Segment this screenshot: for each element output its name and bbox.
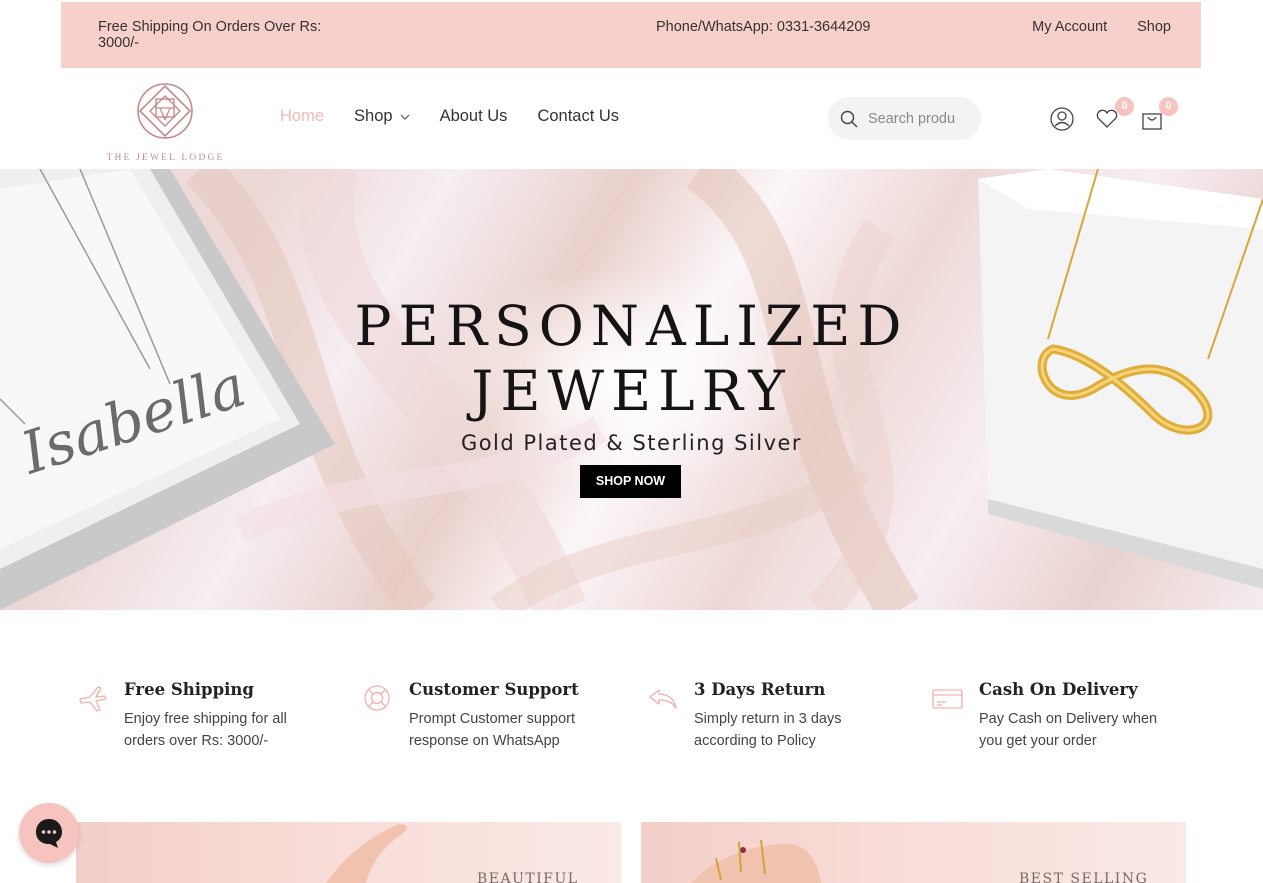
hero-title-line1: PERSONALIZED — [354, 294, 909, 358]
search-input[interactable] — [868, 110, 968, 127]
cart-count-badge: 0 — [1159, 97, 1178, 116]
jewel-logo-icon — [137, 83, 193, 139]
search-icon[interactable] — [840, 110, 858, 128]
logo-wordmark: THE JEWEL LODGE — [106, 153, 225, 163]
nav-about-us[interactable]: About Us — [440, 107, 508, 126]
lifebuoy-icon — [364, 685, 390, 711]
hand-image — [326, 824, 407, 883]
banner-text: BEST SELLING — [1019, 871, 1149, 883]
nav-shop[interactable]: Shop — [354, 107, 410, 126]
shop-top-link[interactable]: Shop — [1137, 19, 1171, 35]
phone-whatsapp-text: Phone/WhatsApp: 0331-3644209 — [656, 19, 871, 35]
feature-title: Free Shipping — [124, 680, 254, 699]
rings-hand-image — [691, 839, 821, 883]
return-arrow-icon — [649, 689, 677, 709]
promo-banner-best-selling[interactable]: BEST SELLING — [641, 822, 1186, 883]
my-account-link[interactable]: My Account — [1032, 19, 1107, 35]
banner-text: BEAUTIFUL — [477, 871, 579, 883]
feature-title: Cash On Delivery — [979, 680, 1138, 699]
feature-description: Pay Cash on Delivery when you get your o… — [979, 711, 1158, 749]
feature-description: Prompt Customer support response on What… — [409, 711, 576, 749]
search-box[interactable] — [828, 97, 981, 140]
chevron-down-icon — [400, 114, 409, 120]
site-logo[interactable]: THE JEWEL LODGE — [98, 82, 233, 163]
free-shipping-text: Free Shipping On Orders Over Rs: 3000/- — [98, 19, 322, 51]
feature-description: Simply return in 3 days according to Pol… — [694, 711, 842, 749]
promo-banner-beautiful[interactable]: BEAUTIFUL — [76, 822, 621, 883]
chat-bubble-icon — [36, 819, 62, 848]
shop-now-button[interactable]: SHOP NOW — [580, 465, 681, 498]
feature-description: Enjoy free shipping for all orders over … — [124, 711, 287, 749]
nav-contact-us[interactable]: Contact Us — [537, 107, 619, 126]
nav-home[interactable]: Home — [280, 107, 324, 126]
credit-card-icon — [932, 689, 963, 709]
feature-title: 3 Days Return — [694, 680, 826, 699]
nav-shop-label: Shop — [354, 107, 393, 125]
hero-banner: Isabella PERSONALIZED JEWELRY Gold Plate… — [0, 169, 1263, 610]
chat-widget-button[interactable] — [19, 803, 79, 863]
airplane-icon — [79, 686, 107, 712]
feature-title: Customer Support — [409, 680, 579, 699]
top-links: My Account Shop — [1032, 19, 1171, 35]
main-nav: Home Shop About Us Contact Us — [280, 107, 649, 126]
user-account-icon[interactable] — [1049, 106, 1075, 132]
hero-subtitle: Gold Plated & Sterling Silver — [460, 431, 803, 455]
top-announcement-bar: Free Shipping On Orders Over Rs: 3000/- … — [61, 2, 1201, 68]
wishlist-count-badge: 0 — [1115, 97, 1134, 116]
site-header: THE JEWEL LODGE Home Shop About Us Conta… — [0, 68, 1263, 169]
hero-title-line2: JEWELRY — [471, 359, 792, 423]
